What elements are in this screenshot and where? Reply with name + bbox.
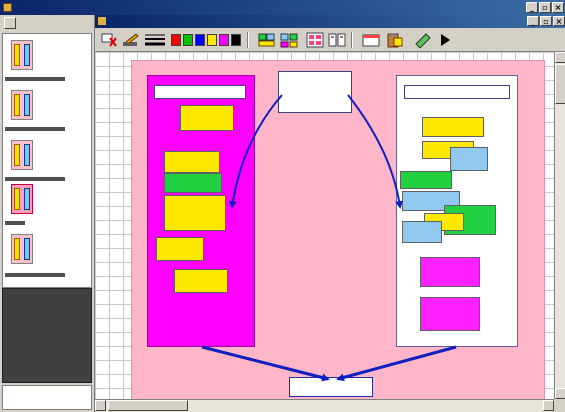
ungroup-button[interactable] bbox=[279, 31, 299, 49]
app-logo-icon bbox=[3, 3, 12, 12]
color-swatch-black[interactable] bbox=[231, 34, 241, 46]
app-titlebar: _ ▫ × bbox=[0, 0, 565, 15]
group-icon bbox=[258, 33, 275, 47]
group-button[interactable] bbox=[257, 31, 277, 49]
line-width-icon bbox=[145, 34, 165, 46]
horizontal-scrollbar[interactable] bbox=[95, 399, 554, 412]
pen-button[interactable] bbox=[121, 31, 141, 49]
ungroup-icon bbox=[280, 33, 298, 48]
slide-label bbox=[5, 74, 91, 84]
slide-label bbox=[5, 124, 91, 134]
minimize-button[interactable]: _ bbox=[526, 2, 538, 13]
horizontal-scroll-thumb[interactable] bbox=[108, 400, 188, 411]
slide-sidebar bbox=[0, 15, 95, 412]
card-icon bbox=[362, 34, 380, 47]
doc-minimize-button[interactable]: _ bbox=[527, 16, 539, 26]
eraser-button[interactable] bbox=[99, 31, 119, 49]
clipboard-icon bbox=[387, 33, 403, 48]
clipboard-button[interactable] bbox=[385, 31, 405, 49]
align-button[interactable] bbox=[327, 31, 347, 49]
slide-thumbnail-list[interactable] bbox=[2, 33, 92, 288]
arrow bbox=[347, 94, 404, 209]
board-canvas[interactable] bbox=[95, 52, 554, 399]
color-swatch-yellow[interactable] bbox=[207, 34, 217, 46]
sidebar-toolbar bbox=[2, 17, 92, 31]
arrow bbox=[228, 94, 283, 209]
arrows-layer bbox=[201, 94, 457, 382]
vertical-scroll-thumb[interactable] bbox=[555, 64, 565, 104]
slide-thumbnail[interactable] bbox=[11, 234, 33, 264]
sidebar-view-button[interactable] bbox=[4, 17, 16, 29]
sidebar-bottom-field[interactable] bbox=[2, 385, 92, 410]
sidebar-empty-panel bbox=[2, 288, 92, 383]
line-width-button[interactable] bbox=[143, 31, 167, 49]
play-icon bbox=[441, 34, 450, 46]
card-button[interactable] bbox=[361, 31, 381, 49]
close-button[interactable]: × bbox=[552, 2, 564, 13]
scroll-up-icon[interactable] bbox=[555, 52, 565, 63]
scroll-right-icon[interactable] bbox=[543, 400, 554, 411]
slide-thumbnail[interactable] bbox=[11, 140, 33, 170]
color-swatch-green[interactable] bbox=[183, 34, 193, 46]
document-window-buttons: _ ▫ × bbox=[527, 16, 565, 26]
doc-restore-button[interactable]: ▫ bbox=[540, 16, 552, 26]
play-button[interactable] bbox=[435, 31, 455, 49]
arrow bbox=[201, 345, 330, 382]
slide-label bbox=[5, 270, 91, 280]
main-toolbar bbox=[95, 28, 565, 52]
grid-icon bbox=[306, 32, 324, 48]
scroll-down-icon[interactable] bbox=[555, 388, 565, 399]
doc-close-button[interactable]: × bbox=[553, 16, 565, 26]
document-titlebar: _ ▫ × bbox=[95, 15, 565, 28]
slide-thumbnail-selected[interactable] bbox=[11, 184, 33, 214]
align-icon bbox=[328, 33, 346, 47]
slide-label bbox=[5, 174, 91, 184]
color-swatch-magenta[interactable] bbox=[219, 34, 229, 46]
board-page[interactable] bbox=[131, 60, 545, 399]
arrow bbox=[336, 345, 457, 382]
app-window-buttons: _ ▫ × bbox=[526, 2, 564, 13]
toolbar-separator bbox=[351, 32, 353, 48]
eraser-icon bbox=[101, 33, 117, 47]
restore-button[interactable]: ▫ bbox=[539, 2, 551, 13]
slide-thumbnail[interactable] bbox=[11, 90, 33, 120]
toolbar-separator bbox=[247, 32, 249, 48]
wand-icon bbox=[415, 33, 431, 48]
pen-icon bbox=[123, 33, 139, 46]
document-icon bbox=[98, 17, 106, 25]
color-swatch-red[interactable] bbox=[171, 34, 181, 46]
wand-button[interactable] bbox=[413, 31, 433, 49]
color-swatch-blue[interactable] bbox=[195, 34, 205, 46]
grid-button[interactable] bbox=[305, 31, 325, 49]
slide-label bbox=[5, 218, 91, 228]
vertical-scrollbar[interactable] bbox=[554, 52, 565, 399]
slide-thumbnail[interactable] bbox=[11, 40, 33, 70]
scroll-left-icon[interactable] bbox=[95, 400, 106, 411]
